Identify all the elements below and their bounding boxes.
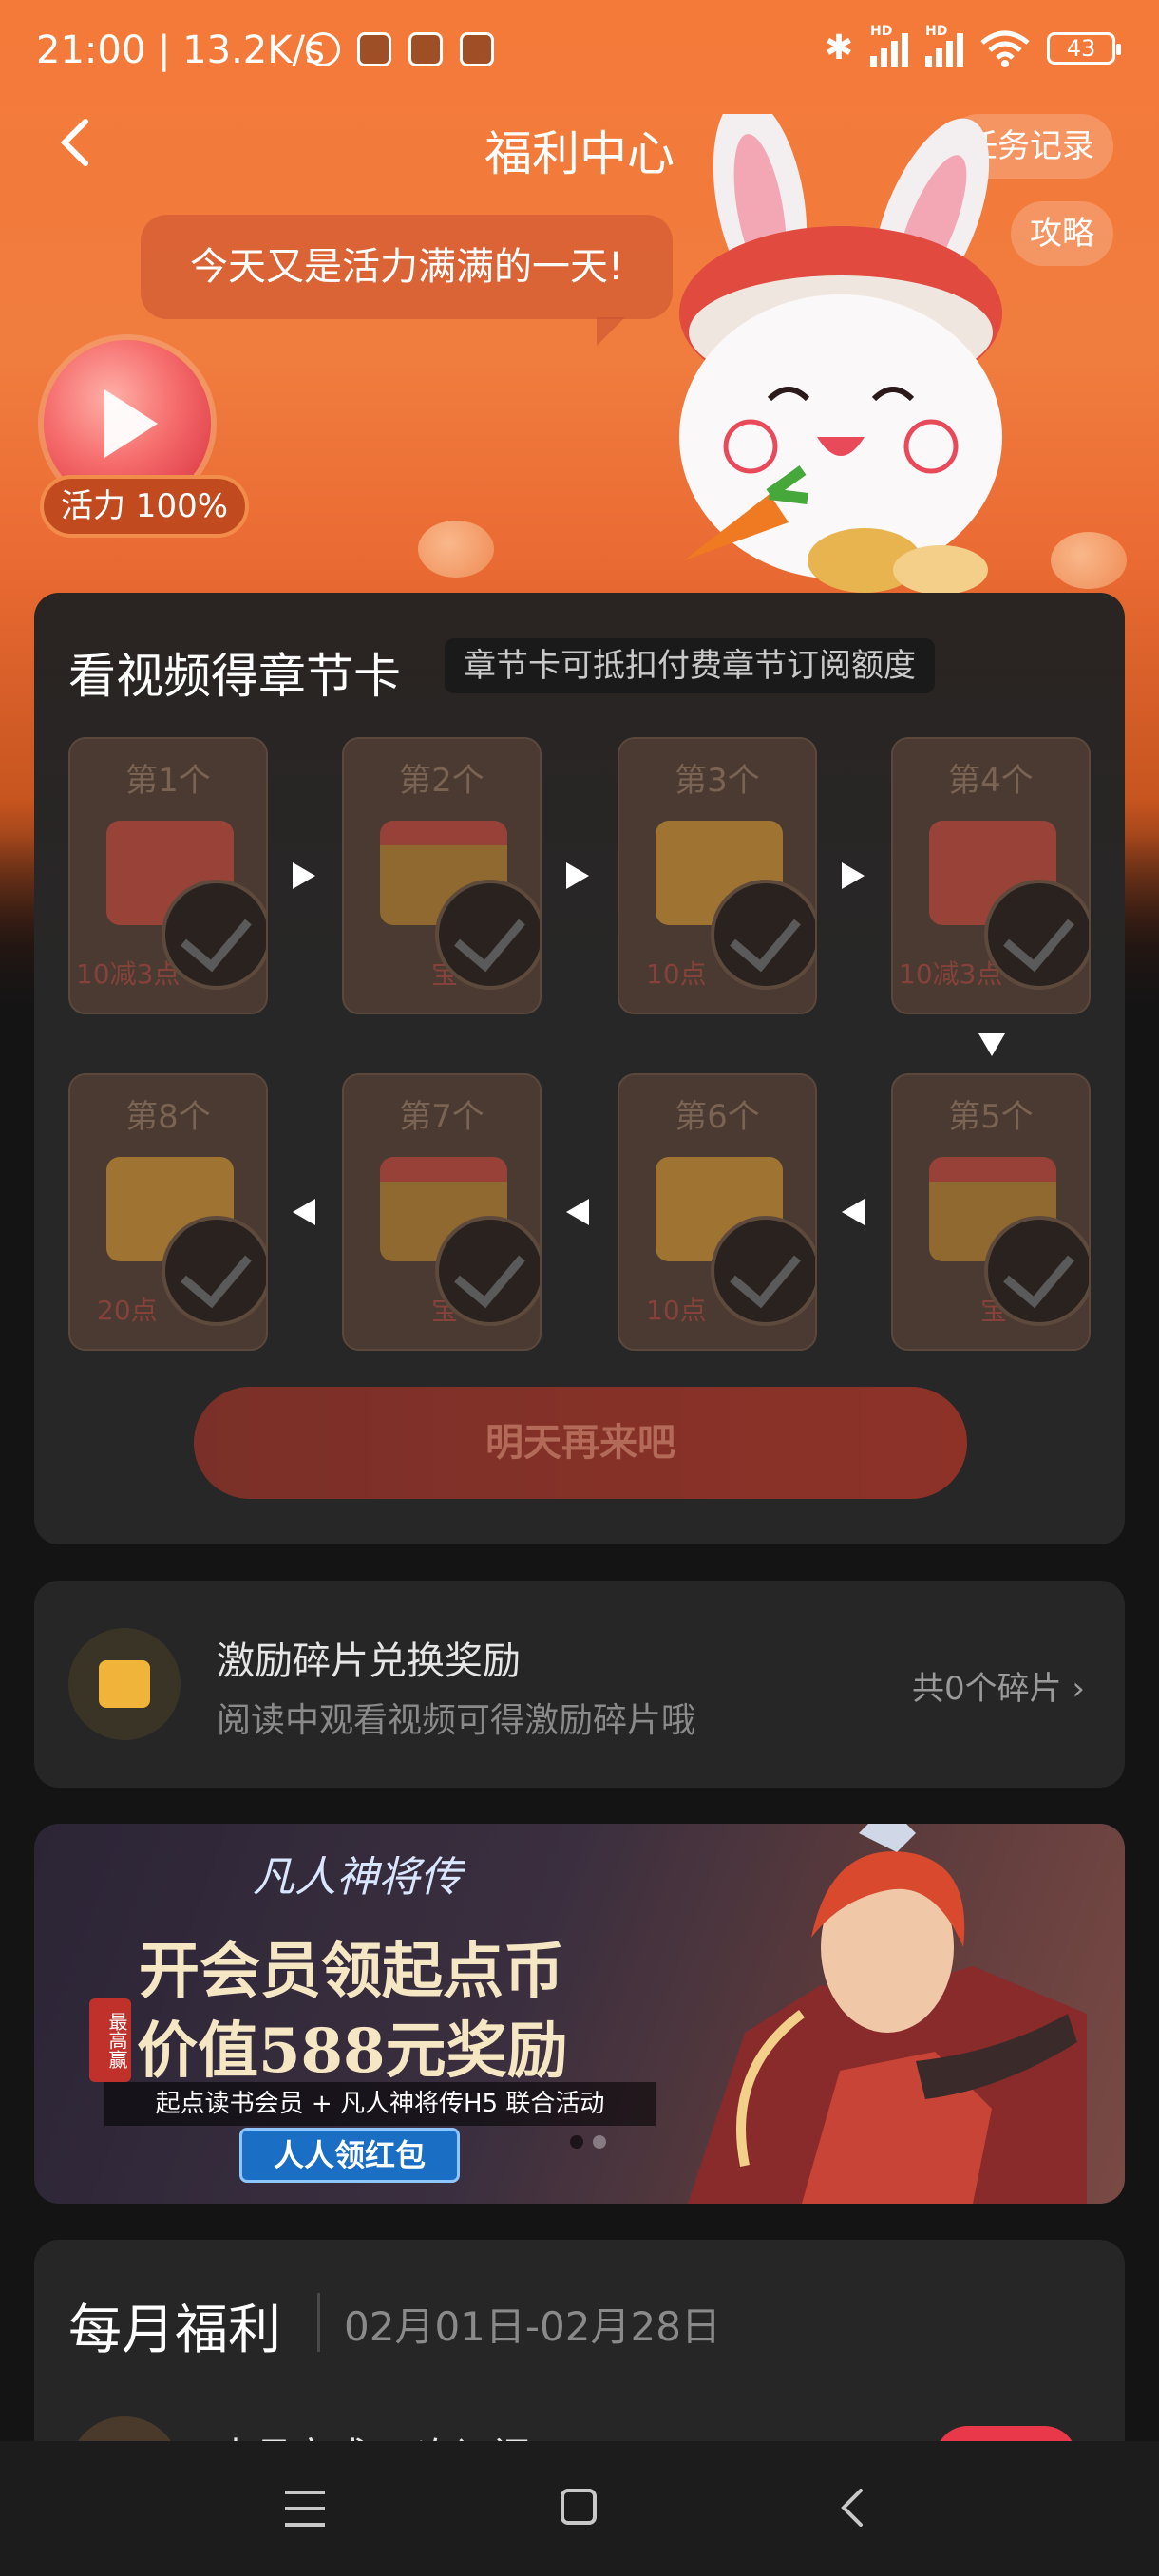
check-icon: [162, 880, 266, 990]
battery-level: 43: [1066, 34, 1096, 62]
check-icon: [711, 1216, 815, 1326]
play-icon: [104, 389, 158, 458]
slot-label: 第3个: [674, 762, 760, 800]
fragment-exchange-row[interactable]: 激励碎片兑换奖励 阅读中观看视频可得激励碎片哦 共0个碎片 ›: [34, 1581, 1125, 1788]
slot-label: 第8个: [125, 1098, 211, 1136]
signal-icon: HD: [870, 24, 908, 67]
banner-badge: 最高赢: [89, 1998, 131, 2082]
reward-slot-5[interactable]: 第5个 宝: [891, 1073, 1091, 1351]
check-icon: [711, 880, 815, 990]
app-notification-icon: [460, 32, 494, 66]
check-icon: [162, 1216, 266, 1326]
arrow-right-icon: [842, 862, 864, 889]
reward-slot-2[interactable]: 第2个 宝: [342, 737, 542, 1014]
status-time: 21:00 | 13.2K/s: [36, 28, 325, 72]
come-back-tomorrow-button[interactable]: 明天再来吧: [194, 1387, 967, 1499]
wifi-icon: [980, 29, 1030, 67]
vitality-badge: 活力 100%: [40, 475, 250, 538]
reward-slot-1[interactable]: 第1个 10减3点: [68, 737, 268, 1014]
monthly-date-range: 02月01日-02月28日: [344, 2303, 721, 2350]
status-notification-icons: [306, 32, 494, 66]
game-character-image: [688, 1824, 1087, 2204]
arrow-left-icon: [842, 1199, 864, 1225]
fragment-title: 激励碎片兑换奖励: [217, 1639, 521, 1683]
status-right-icons: ✱ HD HD 43: [824, 24, 1121, 67]
app-notification-icon: [408, 32, 443, 66]
divider: [317, 2293, 320, 2352]
greeting-bubble: 今天又是活力满满的一天!: [141, 215, 673, 346]
promo-banner[interactable]: 凡人神将传 开会员领起点币 最高赢 价值588元奖励 起点读书会员 + 凡人神将…: [34, 1824, 1125, 2204]
check-icon: [984, 880, 1089, 990]
reward-slot-6[interactable]: 第6个 10点: [618, 1073, 817, 1351]
slot-label: 第1个: [125, 762, 211, 800]
slot-label: 第5个: [948, 1098, 1034, 1136]
slot-label: 第6个: [674, 1098, 760, 1136]
check-icon: [984, 1216, 1089, 1326]
system-navigation-bar: [0, 2441, 1159, 2576]
menu-icon[interactable]: [285, 2491, 325, 2527]
arrow-right-icon: [293, 862, 315, 889]
puzzle-piece-icon: [68, 1628, 180, 1740]
battery-icon: 43: [1047, 31, 1121, 65]
status-bar: 21:00 | 13.2K/s ✱ HD HD 43: [0, 0, 1159, 104]
arrow-left-icon: [566, 1199, 589, 1225]
arrow-left-icon: [293, 1199, 315, 1225]
back-icon[interactable]: [836, 2487, 868, 2529]
check-icon: [435, 880, 540, 990]
coin-decoration: [1051, 532, 1127, 589]
carousel-indicator: [570, 2135, 606, 2149]
arrow-down-icon: [978, 1033, 1005, 1056]
banner-value: 价值588元奖励: [137, 2016, 568, 2087]
reward-slot-7[interactable]: 第7个 宝: [342, 1073, 542, 1351]
reward-slot-8[interactable]: 第8个 20点: [68, 1073, 268, 1351]
banner-headline: 开会员领起点币: [139, 1936, 564, 2007]
check-icon: [435, 1216, 540, 1326]
monthly-title: 每月福利: [68, 2300, 281, 2361]
banner-subline: 起点读书会员 + 凡人神将传H5 联合活动: [104, 2082, 656, 2126]
bluetooth-icon: ✱: [824, 28, 853, 67]
home-icon[interactable]: [560, 2489, 597, 2525]
slot-label: 第7个: [399, 1098, 484, 1136]
alarm-icon: [306, 32, 340, 66]
game-logo: 凡人神将传: [253, 1853, 462, 1902]
banner-cta-button[interactable]: 人人领红包: [239, 2128, 460, 2183]
card-tag: 章节卡可抵扣付费章节订阅额度: [445, 638, 935, 693]
coin-decoration: [418, 521, 494, 578]
slot-label: 第2个: [399, 762, 484, 800]
reward-slot-4[interactable]: 第4个 10减3点: [891, 737, 1091, 1014]
rabbit-mascot-image: [679, 114, 1002, 595]
signal-icon: HD: [925, 24, 963, 67]
reward-slot-3[interactable]: 第3个 10点: [618, 737, 817, 1014]
card-title: 看视频得章节卡: [68, 649, 401, 704]
arrow-right-icon: [566, 862, 589, 889]
fragment-subtitle: 阅读中观看视频可得激励碎片哦: [217, 1701, 696, 1740]
video-chapter-card: 看视频得章节卡 章节卡可抵扣付费章节订阅额度 第1个 10减3点 第2个 宝 第…: [34, 593, 1125, 1544]
fragment-count-link[interactable]: 共0个碎片 ›: [912, 1662, 1085, 1709]
app-notification-icon: [357, 32, 391, 66]
slot-label: 第4个: [948, 762, 1034, 800]
